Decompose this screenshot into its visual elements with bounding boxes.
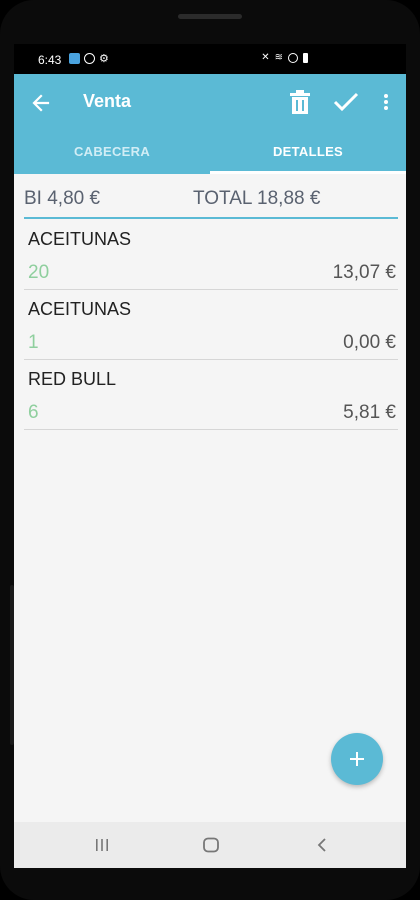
- status-time: 6:43: [38, 53, 62, 67]
- wifi-icon: ≋: [274, 52, 283, 63]
- mute-icon: ✕: [261, 52, 270, 63]
- arrow-back-icon: [32, 94, 50, 112]
- sync-icon: ⚙: [99, 53, 109, 65]
- plus-icon: [350, 752, 364, 766]
- total-label: TOTAL 18,88 €: [193, 188, 321, 209]
- back-button[interactable]: [26, 88, 56, 118]
- app-bar: Venta CABECERA DETALLES: [14, 74, 406, 174]
- screen: 6:43 ⚙ ✕ ≋ Venta CABECERA DETALLES BI 4,…: [14, 44, 406, 868]
- tab-cabecera[interactable]: CABECERA: [14, 136, 210, 174]
- item-quantity: 20: [28, 262, 50, 283]
- chevron-left-icon: [317, 838, 326, 852]
- circle-icon: [84, 53, 95, 64]
- home-button[interactable]: [196, 832, 226, 858]
- recents-icon: [96, 839, 108, 851]
- battery-icon: [303, 52, 308, 63]
- confirm-button[interactable]: [330, 87, 362, 117]
- page-title: Venta: [83, 91, 132, 111]
- list-item[interactable]: ACEITUNAS 1 0,00 €: [24, 289, 398, 360]
- tab-indicator: [210, 171, 406, 174]
- delete-button[interactable]: [285, 87, 315, 117]
- tab-detalles[interactable]: DETALLES: [210, 136, 406, 174]
- item-name: RED BULL: [28, 369, 117, 389]
- item-quantity: 1: [28, 332, 39, 353]
- item-amount: 13,07 €: [332, 262, 396, 283]
- more-options-button[interactable]: [376, 87, 396, 117]
- status-bar: 6:43 ⚙ ✕ ≋: [14, 44, 406, 74]
- system-nav-bar: [14, 822, 406, 868]
- gallery-icon: [69, 53, 80, 64]
- item-name: ACEITUNAS: [28, 299, 132, 319]
- recent-apps-button[interactable]: [87, 832, 117, 858]
- more-vert-icon: [384, 94, 388, 110]
- add-line-button[interactable]: [331, 733, 383, 785]
- list-item[interactable]: RED BULL 6 5,81 €: [24, 359, 398, 430]
- item-amount: 0,00 €: [343, 332, 396, 353]
- back-nav-button[interactable]: [307, 832, 337, 858]
- trash-icon: [290, 90, 310, 114]
- item-name: ACEITUNAS: [28, 229, 132, 249]
- speaker-grille: [178, 14, 242, 19]
- tax-base-label: BI 4,80 €: [24, 188, 101, 209]
- item-quantity: 6: [28, 402, 39, 423]
- phone-frame: 6:43 ⚙ ✕ ≋ Venta CABECERA DETALLES BI 4,…: [0, 0, 420, 900]
- home-icon: [203, 837, 219, 853]
- totals-summary: BI 4,80 € TOTAL 18,88 €: [24, 184, 398, 219]
- dnd-icon: [288, 52, 298, 63]
- item-amount: 5,81 €: [343, 402, 396, 423]
- check-icon: [333, 92, 359, 112]
- list-item[interactable]: ACEITUNAS 20 13,07 €: [24, 219, 398, 290]
